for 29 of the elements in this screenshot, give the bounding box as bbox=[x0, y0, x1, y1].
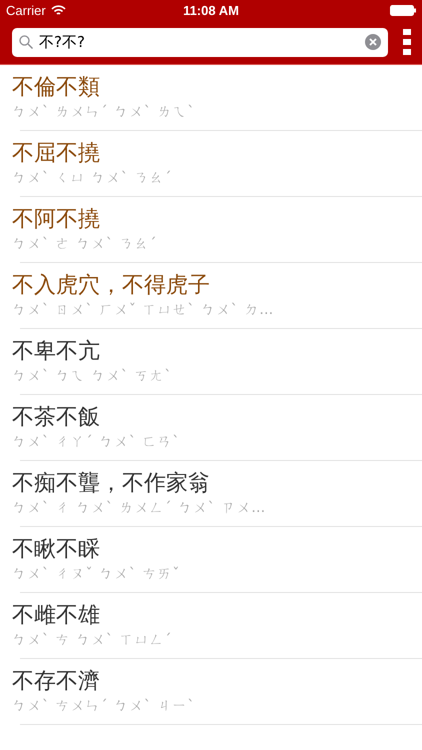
battery-icon bbox=[390, 4, 416, 16]
idiom-title[interactable]: 不阿不撓 bbox=[12, 206, 422, 234]
idiom-title[interactable]: 不瞅不睬 bbox=[12, 536, 422, 564]
idiom-title[interactable]: 不痴不聾，不作家翁 bbox=[12, 470, 422, 498]
idiom-title[interactable]: 不存不濟 bbox=[12, 668, 422, 696]
bopomofo-reading: ㄅㄨˋ ㄑㄩ ㄅㄨˋ ㄋㄠˊ bbox=[12, 169, 174, 188]
idiom-title[interactable]: 不雌不雄 bbox=[12, 602, 422, 630]
bopomofo-reading: ㄅㄨˋ ㄌㄨㄣˊ ㄅㄨˋ ㄌㄟˋ bbox=[12, 103, 196, 122]
bopomofo-reading: ㄅㄨˋ ㄔㄚˊ ㄅㄨˋ ㄈㄢˋ bbox=[12, 433, 182, 452]
idiom-title[interactable]: 不茶不飯 bbox=[12, 404, 422, 432]
clear-icon[interactable] bbox=[365, 34, 381, 50]
clock-time: 11:08 AM bbox=[182, 2, 240, 18]
carrier-label: Carrier bbox=[6, 2, 46, 18]
idiom-title[interactable]: 不入虎穴，不得虎子 bbox=[12, 272, 422, 300]
idiom-title[interactable]: 不屈不撓 bbox=[12, 140, 422, 168]
bopomofo-reading: ㄅㄨˋ ㄔㄡˇ ㄅㄨˋ ㄘㄞˇ bbox=[12, 565, 182, 584]
bopomofo-reading: ㄅㄨˋ ㄜ ㄅㄨˋ ㄋㄠˊ bbox=[12, 235, 158, 254]
search-bar[interactable]: 不?不? bbox=[12, 28, 388, 56]
search-icon bbox=[19, 35, 33, 49]
menu-icon[interactable] bbox=[402, 29, 412, 55]
bopomofo-reading: ㄅㄨˋ ㄖㄨˋ ㄏㄨˇ ㄒㄩㄝˋ ㄅㄨˋ ㄉ… bbox=[12, 301, 276, 320]
bopomofo-reading: ㄅㄨˋ ㄔ ㄅㄨˋ ㄌㄨㄥˊ ㄅㄨˋ ㄗㄨ… bbox=[12, 499, 268, 518]
bopomofo-reading: ㄅㄨˋ ㄘㄨㄣˊ ㄅㄨˋ ㄐㄧˋ bbox=[12, 697, 196, 716]
idiom-title[interactable]: 不卑不亢 bbox=[12, 338, 422, 366]
bopomofo-reading: ㄅㄨˋ ㄘ ㄅㄨˋ ㄒㄩㄥˊ bbox=[12, 631, 174, 650]
idiom-title[interactable]: 不倫不類 bbox=[12, 74, 422, 102]
bopomofo-reading: ㄅㄨˋ ㄅㄟ ㄅㄨˋ ㄎㄤˋ bbox=[12, 367, 174, 386]
search-field[interactable]: 不?不? bbox=[39, 33, 359, 51]
wifi-icon bbox=[50, 4, 66, 16]
